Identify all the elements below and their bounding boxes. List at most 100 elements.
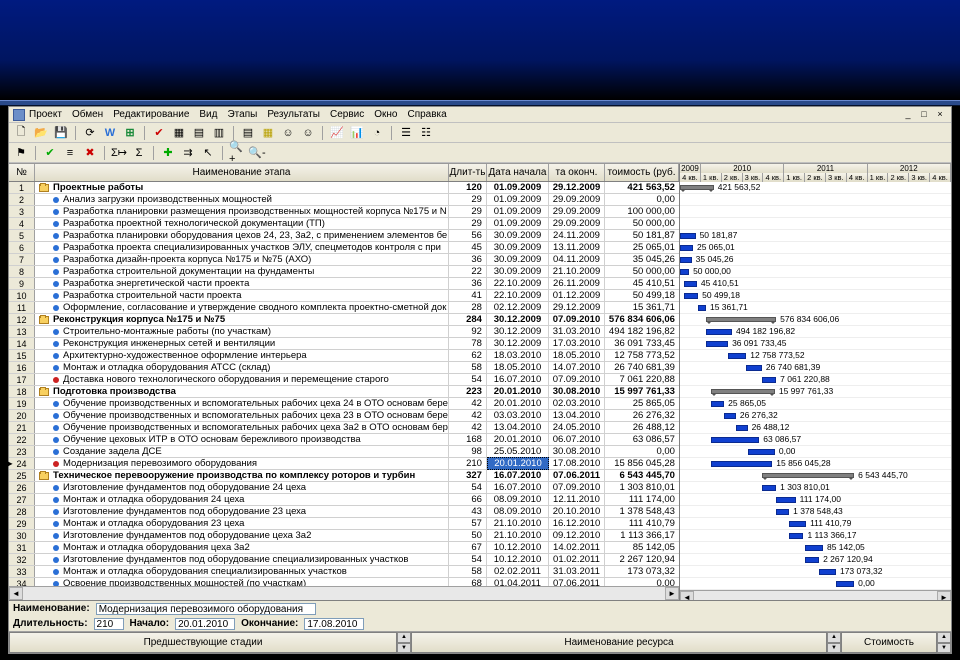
table-row[interactable]: 26Изготовление фундаментов под оборудова… [9, 482, 679, 494]
table-row[interactable]: 6Разработка проекта специализированных у… [9, 242, 679, 254]
gantt-task-bar[interactable] [706, 329, 732, 335]
menu-stages[interactable]: Этапы [227, 109, 257, 120]
menu-exchange[interactable]: Обмен [72, 109, 103, 120]
col-start[interactable]: Дата начала [487, 164, 549, 181]
zoom-out-icon[interactable]: 🔍- [249, 145, 265, 161]
gantt-task-bar[interactable] [680, 233, 696, 239]
scroll-left-icon[interactable]: ◄ [680, 591, 694, 600]
table-row[interactable]: 32Изготовление фундаментов под оборудова… [9, 554, 679, 566]
spin-down-icon[interactable]: ▼ [397, 643, 411, 654]
new-icon[interactable]: 🗋 [13, 125, 29, 141]
gantt-task-bar[interactable] [762, 485, 776, 491]
gantt-summary-bar[interactable] [762, 473, 854, 478]
report-icon[interactable]: ▤ [240, 125, 256, 141]
table-row[interactable]: 27Монтаж и отладка оборудования 24 цеха6… [9, 494, 679, 506]
gantt-task-bar[interactable] [819, 569, 836, 575]
gantt-task-bar[interactable] [711, 401, 724, 407]
check-icon[interactable]: ✔ [151, 125, 167, 141]
pie-icon[interactable]: ◔ [369, 125, 385, 141]
bars-icon[interactable]: ≡ [62, 145, 78, 161]
gantt-task-bar[interactable] [789, 533, 803, 539]
table-row[interactable]: 12Реконструкция корпуса №175 и №7528430.… [9, 314, 679, 326]
gantt-hscroll[interactable]: ◄ ► [680, 590, 951, 600]
table-row[interactable]: 3Разработка планировки размещения произв… [9, 206, 679, 218]
spin-up-icon[interactable]: ▲ [397, 632, 411, 643]
table-row[interactable]: 23Создание задела ДСЕ9825.05.201030.08.2… [9, 446, 679, 458]
gantt-task-bar[interactable] [680, 257, 692, 263]
refresh-icon[interactable]: ⟳ [82, 125, 98, 141]
spin-down-icon[interactable]: ▼ [827, 643, 841, 654]
confirm-icon[interactable]: ✔ [42, 145, 58, 161]
spin-down-icon[interactable]: ▼ [937, 643, 951, 654]
table-row[interactable]: 33Монтаж и отладка оборудования специали… [9, 566, 679, 578]
sigma-icon[interactable]: Σ [131, 145, 147, 161]
gantt-summary-bar[interactable] [706, 317, 776, 322]
col-cost[interactable]: тоимость (руб. [605, 164, 679, 181]
col-rownum[interactable]: № [9, 164, 35, 181]
word-icon[interactable]: W [102, 125, 118, 141]
gantt-task-bar[interactable] [680, 269, 689, 275]
gantt-task-bar[interactable] [736, 425, 748, 431]
sigma-arrow-icon[interactable]: Σ↦ [111, 145, 127, 161]
scroll-right-icon[interactable]: ► [665, 587, 679, 600]
gantt-task-bar[interactable] [789, 521, 806, 527]
col-duration[interactable]: Длит-ть [449, 164, 487, 181]
table-row[interactable]: 20Обучение производственных и вспомогате… [9, 410, 679, 422]
grid2-icon[interactable]: ▤ [191, 125, 207, 141]
events2-icon[interactable]: ☺ [300, 125, 316, 141]
menu-project[interactable]: Проект [29, 109, 62, 120]
events-icon[interactable]: ☺ [280, 125, 296, 141]
table-row[interactable]: 19Обучение производственных и вспомогате… [9, 398, 679, 410]
save-icon[interactable]: 💾 [53, 125, 69, 141]
grid-body[interactable]: 1Проектные работы12001.09.200929.12.2009… [9, 182, 679, 586]
btn-cost[interactable]: Стоимость [841, 632, 937, 653]
table-row[interactable]: 16Монтаж и отладка оборудования АТСС (ск… [9, 362, 679, 374]
zoom-in-icon[interactable]: 🔍+ [229, 145, 245, 161]
minimize-button[interactable]: _ [901, 109, 915, 121]
gantt-summary-bar[interactable] [711, 389, 775, 394]
table-row[interactable]: 5Разработка планировки оборудования цехо… [9, 230, 679, 242]
scroll-right-icon[interactable]: ► [937, 591, 951, 600]
table-row[interactable]: 11Оформление, согласование и утверждение… [9, 302, 679, 314]
gantt-task-bar[interactable] [684, 293, 698, 299]
bar-chart-icon[interactable]: 📊 [349, 125, 365, 141]
footer-duration-input[interactable]: 210 [94, 618, 124, 630]
spin-up-icon[interactable]: ▲ [827, 632, 841, 643]
btn-prev-stages[interactable]: Предшествующие стадии [9, 632, 397, 653]
grid-icon[interactable]: ▦ [171, 125, 187, 141]
table-row[interactable]: 29Монтаж и отладка оборудования 23 цеха5… [9, 518, 679, 530]
scroll-left-icon[interactable]: ◄ [9, 587, 23, 600]
table-row[interactable]: 28Изготовление фундаментов под оборудова… [9, 506, 679, 518]
table-row[interactable]: 17Доставка нового технологического обору… [9, 374, 679, 386]
table-row[interactable]: 9Разработка энергетической части проекта… [9, 278, 679, 290]
scroll-track[interactable] [694, 591, 937, 600]
table-row[interactable]: 18Подготовка производства22320.01.201030… [9, 386, 679, 398]
link-icon[interactable]: ⇉ [180, 145, 196, 161]
gantt-task-bar[interactable] [836, 581, 854, 587]
gantt-task-bar[interactable] [805, 557, 819, 563]
gantt-task-bar[interactable] [680, 245, 693, 251]
table-row[interactable]: 1Проектные работы12001.09.200929.12.2009… [9, 182, 679, 194]
menu-edit[interactable]: Редактирование [113, 109, 189, 120]
table-row[interactable]: 14Реконструкция инженерных сетей и венти… [9, 338, 679, 350]
gantt-task-bar[interactable] [776, 509, 789, 515]
maximize-button[interactable]: □ [917, 109, 931, 121]
gantt-task-bar[interactable] [711, 437, 759, 443]
gantt-task-bar[interactable] [805, 545, 823, 551]
gantt-task-bar[interactable] [684, 281, 697, 287]
menu-results[interactable]: Результаты [267, 109, 320, 120]
gantt-summary-bar[interactable] [680, 185, 714, 190]
excel-icon[interactable]: ⊞ [122, 125, 138, 141]
btn-resource-name[interactable]: Наименование ресурса [411, 632, 827, 653]
pointer-icon[interactable]: ↖ [200, 145, 216, 161]
close-button[interactable]: × [933, 109, 947, 121]
menu-view[interactable]: Вид [199, 109, 217, 120]
gantt-task-bar[interactable] [746, 365, 762, 371]
gantt-icon[interactable]: ☰ [398, 125, 414, 141]
footer-name-input[interactable]: Модернизация перевозимого оборудования [96, 603, 316, 615]
scroll-track[interactable] [23, 587, 665, 600]
col-name[interactable]: Наименование этапа [35, 164, 449, 181]
table-row[interactable]: 15Архитектурно-художественное оформление… [9, 350, 679, 362]
table-row[interactable]: 25Техническое перевооружение производств… [9, 470, 679, 482]
flag-icon[interactable]: ⚑ [13, 145, 29, 161]
